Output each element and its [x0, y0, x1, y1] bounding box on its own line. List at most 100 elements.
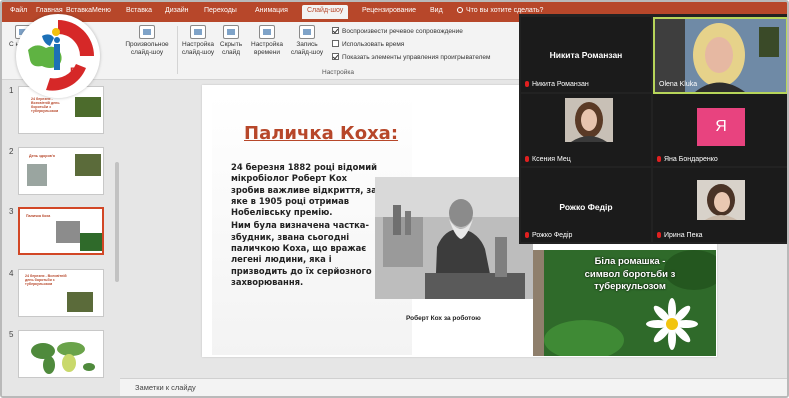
- tab-home[interactable]: Главная: [36, 7, 63, 14]
- checkbox-media-controls[interactable]: Показать элементы управления проигрывате…: [332, 53, 490, 61]
- thumbnail-title: День здоров'я: [29, 154, 55, 158]
- slide-title: Паличка Коха:: [244, 123, 399, 144]
- tab-review[interactable]: Рецензирование: [362, 7, 416, 14]
- slide-paragraph: Ним була визначена частка-збудник, звана…: [231, 220, 372, 287]
- logo-text: ГЗ: [70, 66, 84, 78]
- participant-tile[interactable]: Я Яна Бондаренко: [653, 94, 787, 166]
- notes-bar[interactable]: [120, 378, 787, 396]
- muted-mic-icon: [657, 232, 661, 238]
- video-call-panel: Никита Романзан Никита Романзан Olena Kl…: [519, 14, 787, 244]
- photo-caption: Роберт Кох за роботою: [406, 315, 481, 322]
- timer-icon: [259, 25, 275, 39]
- tab-view[interactable]: Вид: [430, 7, 443, 14]
- checkbox-narration-label: Воспроизвести речевое сопровождение: [342, 28, 463, 35]
- participant-tile[interactable]: Никита Романзан Никита Романзан: [521, 17, 651, 92]
- participant-name: Ксения Мец: [525, 156, 571, 163]
- decorative-strip: [533, 250, 544, 356]
- participant-tile-active-speaker[interactable]: Olena Kluka: [653, 17, 787, 94]
- thumbnail-number: 4: [9, 269, 14, 278]
- muted-mic-icon: [525, 156, 529, 162]
- daisy-caption-line: Біла ромашка -: [594, 256, 666, 267]
- participant-display-name: Никита Романзан: [549, 50, 623, 60]
- participant-tile[interactable]: Ирина Пека: [653, 168, 787, 242]
- slide-paragraph: 24 березня 1882 році відомий мікробіолог…: [231, 162, 377, 218]
- record-show-button[interactable]: Запись слайд-шоу: [288, 25, 326, 57]
- hide-slide-button[interactable]: Скрыть слайд: [217, 25, 245, 57]
- thumbnail-scrollbar[interactable]: [115, 162, 119, 282]
- slide-thumbnail-2[interactable]: День здоров'я: [18, 147, 104, 195]
- setup-show-button[interactable]: Настройка слайд-шоу: [179, 25, 217, 57]
- custom-show-button[interactable]: Произвольное слайд-шоу: [120, 25, 174, 57]
- thumbnail-image: [67, 292, 93, 312]
- tab-transitions[interactable]: Переходы: [204, 7, 237, 14]
- setup-show-label: Настройка слайд-шоу: [181, 41, 215, 56]
- daisy-caption-line: символ боротьби з: [584, 268, 676, 280]
- participant-name-label: Ксения Мец: [532, 156, 571, 163]
- checkbox-media-controls-label: Показать элементы управления проигрывате…: [342, 54, 491, 61]
- muted-mic-icon: [525, 232, 529, 238]
- thumbnail-world-map: [31, 342, 95, 374]
- participant-name: Яна Бондаренко: [657, 156, 718, 163]
- thumbnail-title: 24 березня - Всесвітній день боротьби з …: [31, 97, 60, 113]
- thumbnail-image: [75, 97, 101, 117]
- app-window: Файл Главная Вставка Меню Вставка Дизайн…: [0, 0, 789, 398]
- slide-body-text: 24 березня 1882 році відомий мікробіолог…: [231, 162, 379, 290]
- record-icon: [299, 25, 315, 39]
- tab-menu[interactable]: Меню: [92, 7, 111, 14]
- thumbnail-number: 3: [9, 207, 14, 216]
- participant-display-name: Рожко Федір: [559, 202, 613, 212]
- rehearse-timings-label: Настройка времени: [251, 41, 283, 56]
- participant-name: Olena Kluka: [659, 81, 698, 88]
- tab-insert[interactable]: Вставка: [126, 7, 152, 14]
- tell-me-text: Что вы хотите сделать?: [466, 7, 544, 14]
- slide-thumbnail-5[interactable]: [18, 330, 104, 378]
- thumbnail-image: [56, 221, 80, 243]
- daisy-caption-line: туберкульозом: [594, 281, 666, 292]
- lightbulb-icon: [457, 7, 463, 13]
- organization-logo: ГЗ: [16, 14, 100, 98]
- participant-name: Рожко Федір: [525, 232, 572, 239]
- setup-show-icon: [190, 25, 206, 39]
- koch-photo: [375, 177, 533, 299]
- participant-tile[interactable]: Ксения Мец: [521, 94, 651, 166]
- slide-thumbnail-pane: 1 24 березня - Всесвітній день боротьби …: [2, 80, 120, 396]
- slide-thumbnail-3-selected[interactable]: Паличка Коха: [18, 207, 104, 255]
- participant-avatar: Я: [697, 108, 745, 146]
- custom-show-label: Произвольное слайд-шоу: [125, 41, 169, 56]
- ribbon-group-label: Настройка: [322, 69, 354, 76]
- thumbnail-image: [75, 154, 101, 176]
- thumbnail-image: [27, 164, 47, 186]
- tab-insert-2[interactable]: Вставка: [66, 7, 92, 14]
- tab-animation[interactable]: Анимация: [255, 7, 288, 14]
- checkbox-narration[interactable]: Воспроизвести речевое сопровождение: [332, 27, 463, 35]
- checkbox-icon: [332, 40, 339, 47]
- participant-tile[interactable]: Рожко Федір Рожко Федір: [521, 168, 651, 242]
- rehearse-timings-button[interactable]: Настройка времени: [248, 25, 286, 57]
- participant-name: Никита Романзан: [525, 81, 589, 88]
- checkbox-use-timings-label: Использовать время: [342, 41, 405, 48]
- checkbox-checked-icon: [332, 27, 339, 34]
- thumbnail-number: 5: [9, 330, 14, 339]
- participant-name-label: Никита Романзан: [532, 81, 589, 88]
- tell-me-search[interactable]: Что вы хотите сделать?: [457, 7, 543, 14]
- participant-name-label: Яна Бондаренко: [664, 156, 718, 163]
- tab-slideshow[interactable]: Слайд-шоу: [302, 5, 349, 19]
- participant-name: Ирина Пека: [657, 232, 703, 239]
- participant-name-label: Рожко Федір: [532, 232, 573, 239]
- notes-placeholder[interactable]: Заметки к слайду: [135, 383, 196, 392]
- tab-file[interactable]: Файл: [10, 7, 27, 14]
- thumbnail-title: Паличка Коха: [26, 214, 51, 218]
- muted-mic-icon: [657, 156, 661, 162]
- record-show-label: Запись слайд-шоу: [290, 41, 324, 56]
- participant-video: [697, 180, 745, 220]
- thumbnail-title: 24 березня - Всесвітній день боротьби з …: [25, 274, 67, 286]
- slide-thumbnail-4[interactable]: 24 березня - Всесвітній день боротьби з …: [18, 269, 104, 317]
- hide-slide-label: Скрыть слайд: [219, 41, 243, 56]
- hide-slide-icon: [223, 25, 239, 39]
- tab-design[interactable]: Дизайн: [165, 7, 189, 14]
- checkbox-use-timings[interactable]: Использовать время: [332, 40, 404, 48]
- muted-mic-icon: [525, 81, 529, 87]
- participant-name-label: Ирина Пека: [664, 232, 703, 239]
- checkbox-checked-icon: [332, 53, 339, 60]
- ribbon-separator: [177, 26, 178, 74]
